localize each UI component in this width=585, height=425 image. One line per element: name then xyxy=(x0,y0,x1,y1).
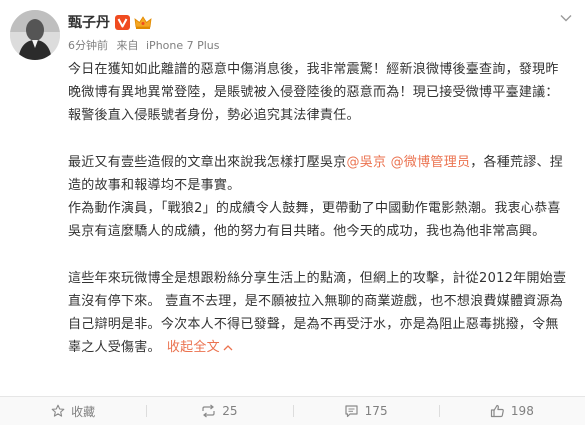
action-bar: 收藏 25 175 198 xyxy=(0,396,585,425)
collapse-full-text-link[interactable]: 收起全文 xyxy=(167,340,233,355)
chevron-down-icon[interactable] xyxy=(559,11,573,25)
mention-weibo-admin[interactable]: @微博管理员 xyxy=(391,155,471,170)
favorite-button[interactable]: 收藏 xyxy=(0,397,146,425)
paragraph-2: 最近又有壹些造假的文章出來說我怎樣打壓吳京@吳京 @微博管理员，各種荒謬、捏造的… xyxy=(68,151,571,197)
paragraph-3: 作為動作演員，「戰狼2」的成績令人鼓舞，更帶動了中國動作電影熱潮。我衷心恭喜吳京… xyxy=(68,201,561,239)
paragraph-4: 這些年來玩微博全是想跟粉絲分享生活上的點滴，但網上的攻擊，計從2012年開始壹直… xyxy=(68,267,571,359)
chevron-up-icon[interactable] xyxy=(223,344,233,352)
paragraph-4-text: 這些年來玩微博全是想跟粉絲分享生活上的點滴，但網上的攻擊，計從2012年開始壹直… xyxy=(68,271,567,355)
avatar-image xyxy=(10,10,60,60)
source-device: iPhone 7 Plus xyxy=(146,39,220,52)
mention-wu-jing[interactable]: @吳京 xyxy=(346,155,386,170)
favorite-label: 收藏 xyxy=(71,404,96,419)
v-verified-icon[interactable] xyxy=(115,14,130,30)
paragraph-2-text: 最近又有壹些造假的文章出來說我怎樣打壓吳京 xyxy=(68,155,347,170)
like-button[interactable]: 198 xyxy=(438,397,585,425)
star-icon xyxy=(51,404,65,417)
collapse-label[interactable]: 收起全文 xyxy=(167,340,220,355)
post-meta: 6分钟前 来自 iPhone 7 Plus xyxy=(68,37,220,53)
post-time[interactable]: 6分钟前 xyxy=(68,37,108,53)
source-prefix: 来自 xyxy=(116,39,139,52)
avatar[interactable] xyxy=(10,10,60,60)
user-name[interactable]: 甄子丹 xyxy=(68,12,110,32)
comment-count: 175 xyxy=(364,404,388,418)
post-text: 今日在獲知如此離譜的惡意中傷消息後，我非常震驚！經新浪微博後臺查詢，發現昨晚微博… xyxy=(68,58,571,359)
crown-icon[interactable] xyxy=(134,15,152,30)
thumbs-up-icon xyxy=(490,404,504,418)
comment-icon xyxy=(345,405,358,418)
repost-count: 25 xyxy=(222,404,238,418)
comment-button[interactable]: 175 xyxy=(292,397,439,425)
repost-button[interactable]: 25 xyxy=(146,397,292,425)
weibo-post-card: 甄子丹 6分钟前 来自 iPhone 7 Plus 今日在獲知如此離譜的惡意中傷… xyxy=(0,0,585,425)
repost-icon xyxy=(202,404,215,418)
like-count: 198 xyxy=(510,404,534,418)
user-name-row: 甄子丹 xyxy=(68,12,152,32)
paragraph-1: 今日在獲知如此離譜的惡意中傷消息後，我非常震驚！經新浪微博後臺查詢，發現昨晚微博… xyxy=(68,62,559,123)
